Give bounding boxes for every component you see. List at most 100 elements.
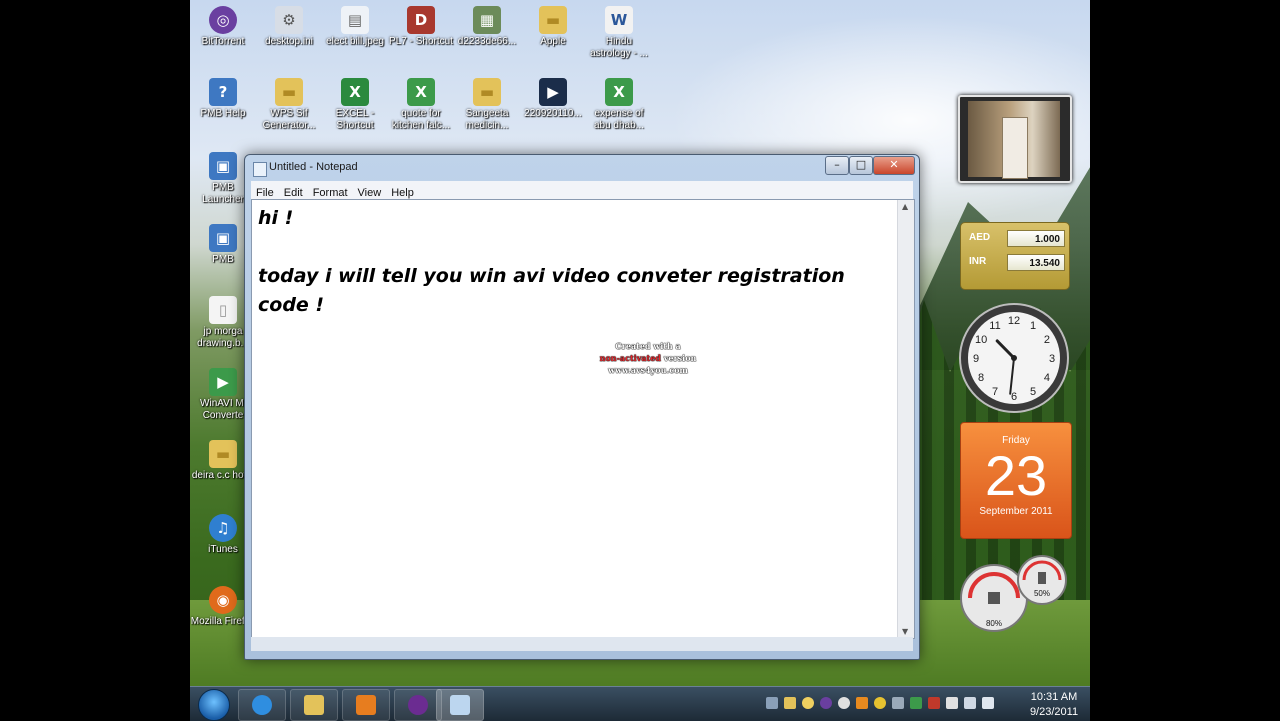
clock-number: 6 xyxy=(1011,391,1017,403)
scroll-down-icon[interactable]: ▼ xyxy=(902,627,908,636)
clock-number: 8 xyxy=(978,372,984,384)
desktop-icon-sangeeta[interactable]: ▬ Sangeeta medicin... xyxy=(454,78,520,132)
taskbar-yahoo-messenger[interactable] xyxy=(394,689,442,721)
document-text[interactable]: hi ! today i will tell you win avi video… xyxy=(258,204,858,320)
spreadsheet-icon: X xyxy=(407,78,435,106)
menu-bar: File Edit Format View Help xyxy=(251,181,913,199)
window-bottom-frame xyxy=(251,637,913,651)
video-scene xyxy=(968,101,1060,179)
close-button[interactable]: ✕ xyxy=(873,156,915,175)
clock-date: 9/23/2011 xyxy=(1029,706,1079,718)
desktop-icon-pmb-help[interactable]: ? PMB Help xyxy=(190,78,256,120)
tray-flag-icon[interactable] xyxy=(946,697,958,709)
tray-bittorrent-icon[interactable] xyxy=(820,697,832,709)
tray-volume-icon[interactable] xyxy=(982,697,994,709)
text-editor-area[interactable]: hi ! today i will tell you win avi video… xyxy=(251,199,915,639)
tray-smiley-icon[interactable] xyxy=(802,697,814,709)
icon-label: d2233de66... xyxy=(457,36,517,47)
currency-code-select[interactable]: AED xyxy=(969,232,990,243)
clock-number: 11 xyxy=(989,320,1000,332)
menu-format[interactable]: Format xyxy=(308,185,353,199)
icon-label: desktop.ini xyxy=(265,36,313,47)
tray-circle-icon[interactable] xyxy=(838,697,850,709)
taskbar: 10:31 AM 9/23/2011 xyxy=(190,686,1090,721)
menu-file[interactable]: File xyxy=(251,185,279,199)
icon-label: WPS Sif Generator... xyxy=(262,108,316,131)
tray-shield-icon[interactable] xyxy=(910,697,922,709)
menu-view[interactable]: View xyxy=(353,185,387,199)
folder-icon: ▬ xyxy=(275,78,303,106)
icon-label: Hindu astrology - ... xyxy=(590,36,648,59)
memory-chip-icon xyxy=(1038,572,1046,584)
icon-label: quote for kitchen falc... xyxy=(391,108,451,131)
yahoo-messenger-icon xyxy=(408,695,428,715)
winavi-icon: ▶ xyxy=(209,368,237,396)
desktop-icon-excel-shortcut[interactable]: X EXCEL - Shortcut xyxy=(322,78,388,132)
text-line: today i will tell you win avi video conv… xyxy=(258,265,845,287)
menu-edit[interactable]: Edit xyxy=(279,185,308,199)
cpu-meter-gadget: 80% 50% xyxy=(960,555,1067,632)
desktop-icon-expense-abu-dhabi[interactable]: Xexpense of abu dhab... xyxy=(586,78,652,132)
desktop-icon-wps-sif[interactable]: ▬ WPS Sif Generator... xyxy=(256,78,322,132)
watermark-url: www.avs4you.com xyxy=(608,365,688,375)
clock-number: 4 xyxy=(1044,372,1050,384)
icon-label: PL7 - Shortcut xyxy=(389,36,453,47)
desktop-icon-elect-bill[interactable]: ▤ elect bill.jpeg xyxy=(322,6,388,48)
desktop-icon-quote-kitchen[interactable]: Xquote for kitchen falc... xyxy=(388,78,454,132)
tray-folder-icon[interactable] xyxy=(784,697,796,709)
window-title: Untitled - Notepad xyxy=(269,161,358,173)
clock-number: 9 xyxy=(973,353,979,365)
launcher-icon: ▣ xyxy=(209,152,237,180)
folder-icon: ▬ xyxy=(473,78,501,106)
text-line: code ! xyxy=(258,294,325,316)
desktop-icon-video-220920110[interactable]: ▶ 220920110... xyxy=(520,78,586,120)
spreadsheet-icon: X xyxy=(605,78,633,106)
start-button[interactable] xyxy=(198,689,230,721)
tray-s-icon[interactable] xyxy=(856,697,868,709)
icon-label: elect bill.jpeg xyxy=(326,36,384,47)
desktop-icon-hindu-astrology[interactable]: W Hindu astrology - ... xyxy=(586,6,652,60)
calendar-month-year: September 2011 xyxy=(979,506,1053,517)
video-preview-gadget[interactable] xyxy=(958,95,1072,183)
video-door xyxy=(1002,117,1028,179)
calendar-date: 23 xyxy=(984,444,1048,507)
pl7-icon: D xyxy=(407,6,435,34)
tray-network-icon[interactable] xyxy=(964,697,976,709)
taskbar-notepad[interactable] xyxy=(436,689,484,721)
currency-value-input[interactable]: 13.540 xyxy=(1007,254,1065,271)
taskbar-windows-explorer[interactable] xyxy=(290,689,338,721)
taskbar-internet-explorer[interactable] xyxy=(238,689,286,721)
notepad-titlebar[interactable]: Untitled - Notepad – □ ✕ xyxy=(245,155,919,181)
folder-icon xyxy=(304,695,324,715)
tray-icon[interactable] xyxy=(766,697,778,709)
minimize-button[interactable]: – xyxy=(825,156,849,175)
taskbar-media-player[interactable] xyxy=(342,689,390,721)
excel-icon: X xyxy=(341,78,369,106)
desktop-icon-desktop-ini[interactable]: ⚙ desktop.ini xyxy=(256,6,322,48)
bittorrent-icon: ◎ xyxy=(209,6,237,34)
folder-icon: ▬ xyxy=(209,440,237,468)
tray-network-share-icon[interactable] xyxy=(892,697,904,709)
vertical-scrollbar[interactable]: ▲ ▼ xyxy=(897,200,914,638)
maximize-button[interactable]: □ xyxy=(849,156,873,175)
scroll-up-icon[interactable]: ▲ xyxy=(902,202,908,211)
taskbar-clock[interactable]: 10:31 AM 9/23/2011 xyxy=(1024,690,1084,720)
word-document-icon: W xyxy=(605,6,633,34)
notepad-icon xyxy=(253,162,267,177)
desktop-icon-d2233de66[interactable]: ▦ d2233de66... xyxy=(454,6,520,48)
watermark-highlight: non-activated xyxy=(599,353,661,363)
menu-help[interactable]: Help xyxy=(386,185,419,199)
desktop-icon-apple[interactable]: ▬ Apple xyxy=(520,6,586,48)
desktop-icon-pl7-shortcut[interactable]: D PL7 - Shortcut xyxy=(388,6,454,48)
text-line-blank xyxy=(258,233,858,262)
desktop-icon-bittorrent[interactable]: ◎ BitTorrent xyxy=(190,6,256,48)
help-icon: ? xyxy=(209,78,237,106)
clock-number: 5 xyxy=(1030,386,1036,398)
tray-antivirus-icon[interactable] xyxy=(928,697,940,709)
clock-number: 1 xyxy=(1030,320,1036,332)
icon-label: Apple xyxy=(540,36,566,47)
tray-coin-icon[interactable] xyxy=(874,697,886,709)
currency-code-select[interactable]: INR xyxy=(969,256,986,267)
video-file-icon: ▶ xyxy=(539,78,567,106)
currency-value-input[interactable]: 1.000 xyxy=(1007,230,1065,247)
